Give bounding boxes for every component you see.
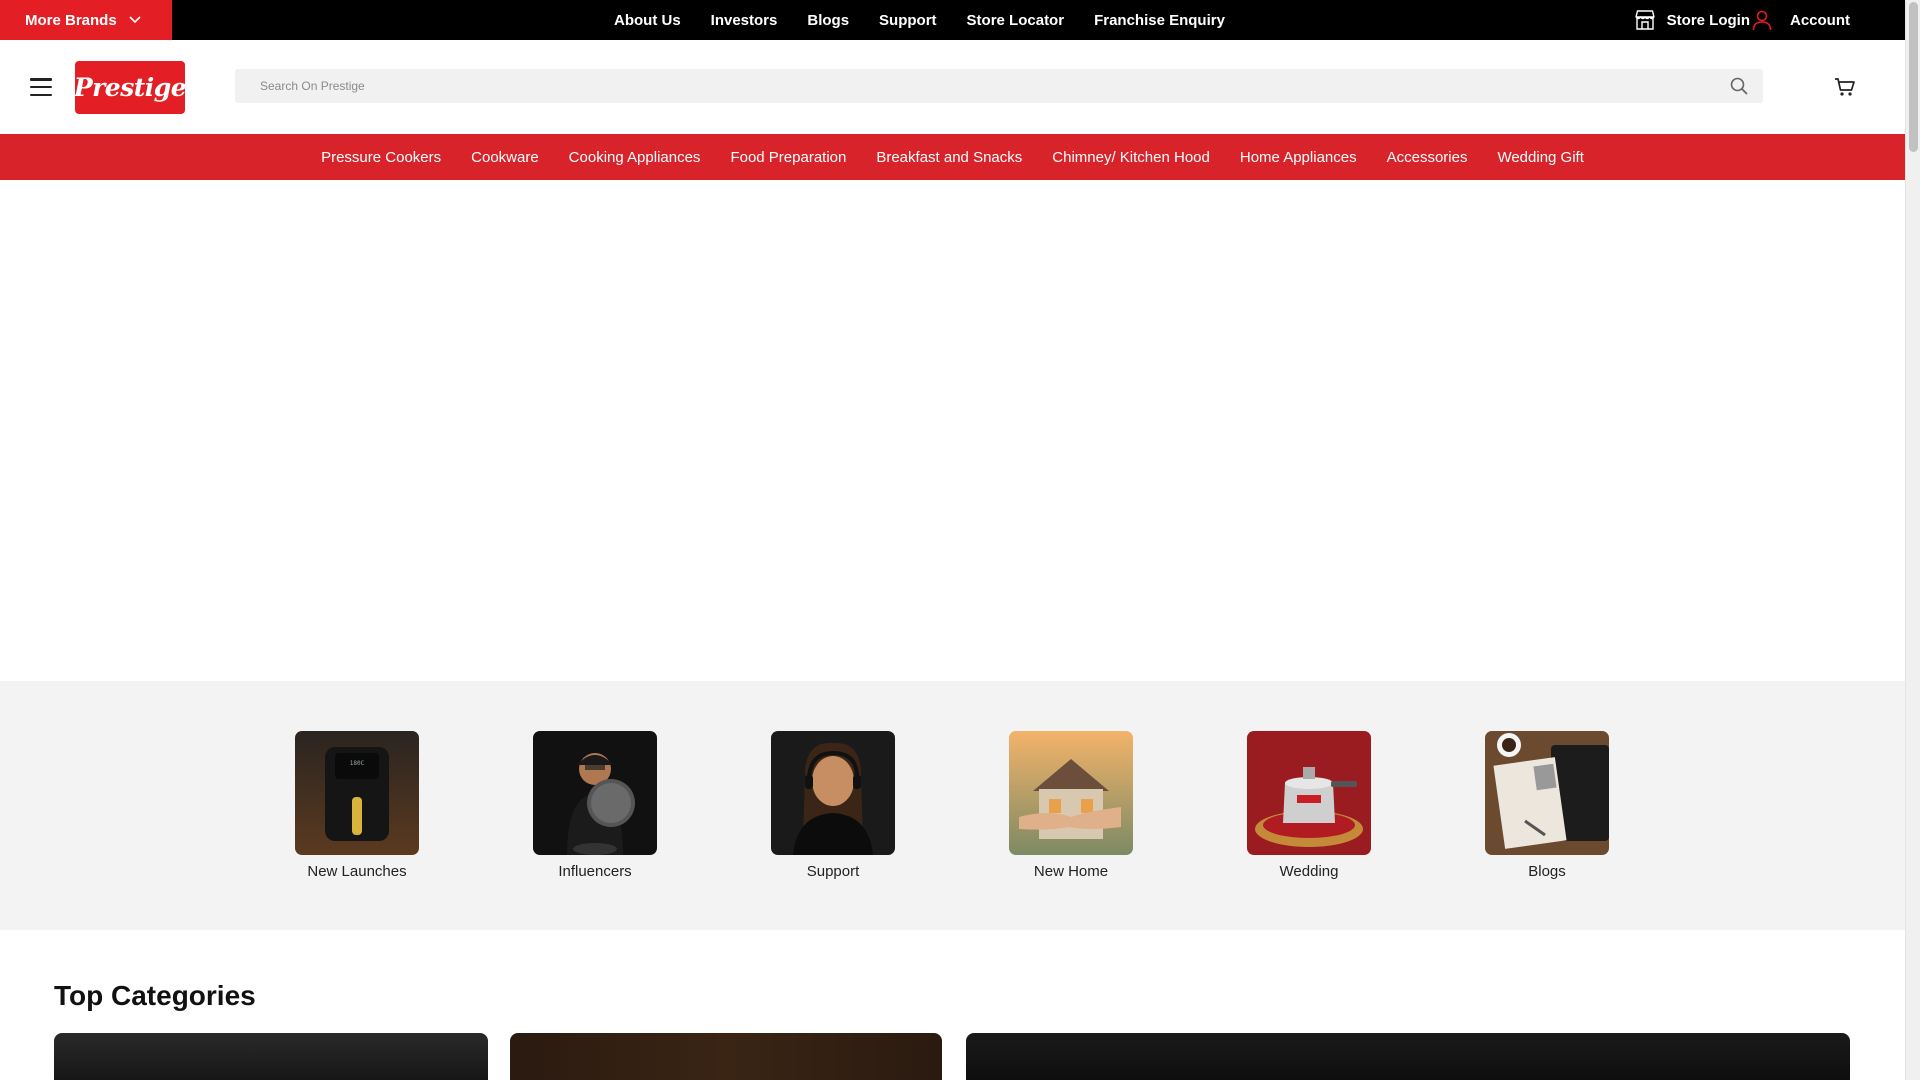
nav-item-accessories[interactable]: Accessories — [1387, 149, 1468, 166]
nav-item-pressure-cookers[interactable]: Pressure Cookers — [321, 149, 441, 166]
store-login-link[interactable]: Store Login — [1633, 8, 1750, 32]
influencers-image — [533, 731, 657, 855]
quick-link-label: Wedding — [1279, 863, 1339, 880]
account-label: Account — [1790, 11, 1850, 29]
account-link[interactable]: Account — [1750, 8, 1850, 32]
top-link-investors[interactable]: Investors — [711, 12, 778, 29]
quick-link-wedding[interactable]: Wedding — [1247, 731, 1371, 880]
quick-link-support[interactable]: Support — [771, 731, 895, 880]
quick-link-new-home[interactable]: New Home — [1009, 731, 1133, 880]
store-icon — [1634, 10, 1655, 30]
scrollbar-thumb[interactable] — [1909, 2, 1918, 152]
category-card[interactable] — [510, 1033, 942, 1080]
nav-item-cooking-appliances[interactable]: Cooking Appliances — [569, 149, 701, 166]
hamburger-icon[interactable] — [30, 78, 52, 96]
more-brands-button[interactable]: More Brands — [0, 0, 172, 40]
nav-item-cookware[interactable]: Cookware — [471, 149, 539, 166]
top-link-store-locator[interactable]: Store Locator — [967, 12, 1065, 29]
quick-link-label: Blogs — [1528, 863, 1566, 880]
svg-text:180C: 180C — [350, 760, 365, 767]
nav-item-chimney-kitchen-hood[interactable]: Chimney/ Kitchen Hood — [1052, 149, 1210, 166]
category-nav: Pressure Cookers Cookware Cooking Applia… — [0, 134, 1905, 180]
quick-link-label: Influencers — [558, 863, 632, 880]
quick-link-label: New Home — [1033, 863, 1109, 880]
category-card[interactable] — [54, 1033, 488, 1080]
page-scrollbar[interactable] — [1905, 0, 1920, 1080]
quick-link-label: New Launches — [307, 863, 407, 880]
top-links: About Us Investors Blogs Support Store L… — [614, 0, 1255, 40]
top-link-franchise-enquiry[interactable]: Franchise Enquiry — [1094, 12, 1225, 29]
top-bar: More Brands About Us Investors Blogs Sup… — [0, 0, 1905, 40]
wedding-image — [1247, 731, 1371, 855]
search-bar — [235, 69, 1763, 103]
quick-link-blogs[interactable]: Blogs — [1485, 731, 1609, 880]
nav-item-wedding-gift[interactable]: Wedding Gift — [1497, 149, 1583, 166]
user-icon — [1752, 10, 1772, 31]
support-image — [771, 731, 895, 855]
top-right-actions: Store Login Account — [1633, 0, 1850, 40]
prestige-logo[interactable]: Prestige — [73, 61, 187, 114]
top-link-blogs[interactable]: Blogs — [807, 12, 849, 29]
new-launches-image: 180C — [295, 731, 419, 855]
top-link-about-us[interactable]: About Us — [614, 12, 681, 29]
hero-banner[interactable] — [0, 180, 1905, 681]
more-brands-label: More Brands — [25, 11, 117, 29]
nav-item-breakfast-and-snacks[interactable]: Breakfast and Snacks — [876, 149, 1022, 166]
new-home-image — [1009, 731, 1133, 855]
cart-icon[interactable] — [1834, 77, 1856, 97]
logo-text: Prestige — [73, 73, 187, 102]
nav-item-home-appliances[interactable]: Home Appliances — [1240, 149, 1357, 166]
header: Prestige — [0, 40, 1905, 134]
quick-link-label: Support — [806, 863, 860, 880]
top-link-support[interactable]: Support — [879, 12, 937, 29]
chevron-down-icon — [129, 16, 141, 24]
top-categories-title: Top Categories — [54, 980, 256, 1011]
quick-link-influencers[interactable]: Influencers — [533, 731, 657, 880]
quick-links-strip: 180C New Launches Influencers Support Ne… — [0, 681, 1905, 930]
blogs-image — [1485, 731, 1609, 855]
search-input[interactable] — [235, 69, 1715, 103]
store-login-label: Store Login — [1666, 11, 1750, 29]
nav-item-food-preparation[interactable]: Food Preparation — [730, 149, 846, 166]
search-icon[interactable] — [1729, 76, 1749, 96]
category-card[interactable] — [966, 1033, 1850, 1080]
quick-link-new-launches[interactable]: 180C New Launches — [295, 731, 419, 880]
